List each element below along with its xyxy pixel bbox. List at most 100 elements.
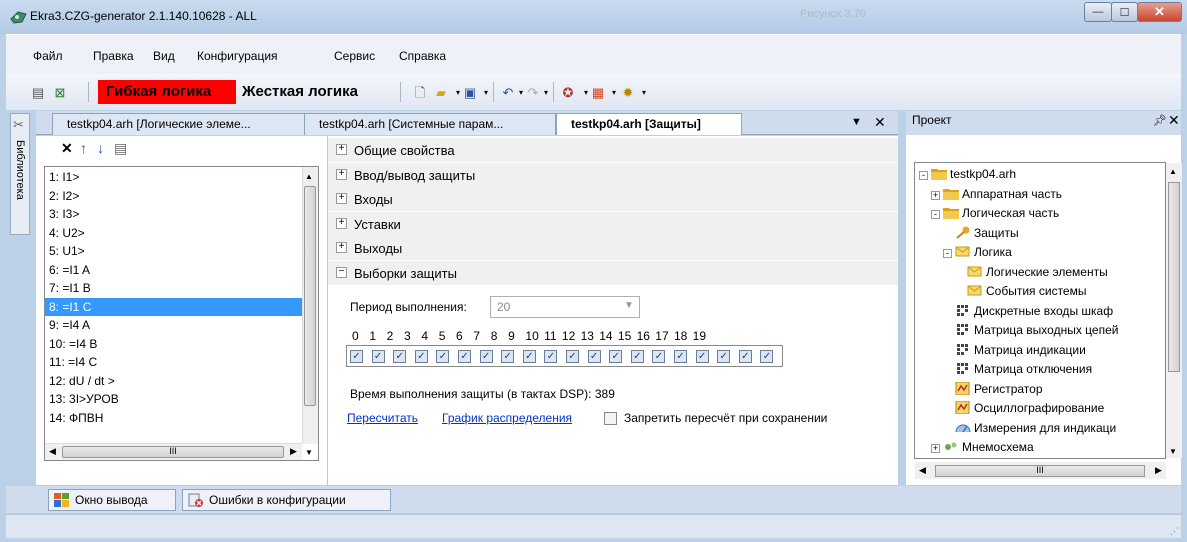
- menu-file[interactable]: Файл: [33, 49, 63, 63]
- expand-icon[interactable]: +: [336, 168, 347, 180]
- sample-checkbox[interactable]: ✓: [717, 350, 731, 363]
- list-item[interactable]: 6: =I1 A: [45, 261, 303, 279]
- tree-node[interactable]: Дискретные входы шкаф: [943, 302, 1113, 320]
- group-header[interactable]: + Уставки: [328, 211, 898, 237]
- menu-service[interactable]: Сервис: [334, 49, 375, 63]
- scroll-down-icon[interactable]: ▼: [305, 448, 313, 457]
- tree-node[interactable]: Логические элементы: [955, 263, 1108, 281]
- group-header[interactable]: + Общие свойства: [328, 138, 898, 163]
- move-up-icon[interactable]: ↑: [80, 140, 87, 156]
- properties-icon[interactable]: ▤: [114, 140, 127, 157]
- group-header[interactable]: − Выборки защиты: [328, 260, 898, 286]
- sample-checkbox[interactable]: ✓: [695, 350, 709, 363]
- collapse-icon[interactable]: -: [943, 249, 952, 258]
- recalculate-link[interactable]: Пересчитать: [347, 411, 418, 425]
- close-window-button[interactable]: ✕: [1137, 2, 1182, 22]
- tab-list-icon[interactable]: ▼: [851, 116, 862, 128]
- sample-checkbox[interactable]: ✓: [674, 350, 687, 363]
- tree-node[interactable]: Измерения для индикаци: [943, 419, 1116, 437]
- collapse-icon[interactable]: -: [919, 171, 928, 180]
- chevron-down-icon[interactable]: ▾: [478, 85, 494, 101]
- move-down-icon[interactable]: ↓: [97, 140, 104, 156]
- expand-icon[interactable]: +: [336, 217, 347, 229]
- collapse-icon[interactable]: -: [931, 210, 940, 219]
- list-item[interactable]: 14: ФПВН: [45, 409, 303, 427]
- tab-output-window[interactable]: Окно вывода: [48, 489, 176, 511]
- scroll-left-icon[interactable]: ◀: [919, 465, 926, 476]
- tree-node[interactable]: + Мнемосхема: [931, 438, 1034, 456]
- open-folder-icon[interactable]: ▰: [433, 85, 449, 101]
- sample-checkbox[interactable]: ✓: [630, 350, 644, 363]
- sample-checkbox[interactable]: ✓: [522, 350, 536, 363]
- sample-checkbox[interactable]: ✓: [544, 350, 558, 363]
- tree-node[interactable]: - testkp04.arh: [919, 165, 1016, 183]
- list-item[interactable]: 4: U2>: [45, 224, 303, 242]
- sample-checkbox[interactable]: ✓: [479, 350, 493, 363]
- collapse-icon[interactable]: −: [336, 266, 347, 278]
- chevron-down-icon[interactable]: ▾: [538, 85, 554, 101]
- scroll-right-icon[interactable]: ▶: [290, 446, 297, 457]
- menu-help[interactable]: Справка: [399, 49, 446, 63]
- compile-icon[interactable]: ✪: [560, 85, 576, 101]
- list-item[interactable]: 8: =I1 C: [45, 297, 303, 316]
- expand-icon[interactable]: +: [336, 144, 347, 155]
- new-file-icon[interactable]: 🗋: [412, 85, 428, 101]
- list-hscroll-thumb[interactable]: III: [62, 446, 284, 458]
- tree-node[interactable]: Регистратор: [943, 380, 1043, 398]
- sample-checkbox[interactable]: ✓: [436, 350, 450, 363]
- distribution-graph-link[interactable]: График распределения: [442, 411, 572, 425]
- tree-node[interactable]: - Логика: [943, 243, 1012, 261]
- tree-node[interactable]: - Логическая часть: [931, 204, 1059, 222]
- debug-icon[interactable]: ✹: [620, 85, 636, 101]
- period-select[interactable]: 20: [490, 296, 640, 318]
- scroll-down-icon[interactable]: ▼: [1169, 447, 1177, 456]
- menu-configuration[interactable]: Конфигурация: [197, 49, 278, 63]
- list-scroll-thumb[interactable]: [304, 186, 316, 406]
- expand-icon[interactable]: +: [931, 190, 940, 200]
- scroll-up-icon[interactable]: ▲: [305, 172, 313, 181]
- list-item[interactable]: 11: =I4 C: [45, 353, 303, 371]
- tree-node[interactable]: Осциллографирование: [943, 399, 1104, 417]
- sample-checkbox[interactable]: ✓: [587, 350, 601, 363]
- list-item[interactable]: 10: =I4 B: [45, 335, 303, 353]
- tab-protections[interactable]: testkp04.arh [Защиты]: [556, 113, 742, 135]
- tab-system-params[interactable]: testkp04.arh [Системные парам...: [304, 113, 556, 135]
- menu-view[interactable]: Вид: [153, 49, 175, 63]
- sample-checkbox[interactable]: ✓: [393, 350, 407, 363]
- list-item[interactable]: 1: I1>: [45, 168, 303, 186]
- flex-logic-button[interactable]: Гибкая логика: [98, 80, 236, 104]
- scroll-right-icon[interactable]: ▶: [1155, 465, 1162, 476]
- list-item[interactable]: 12: dU / dt >: [45, 372, 303, 390]
- sample-checkbox[interactable]: ✓: [501, 350, 515, 363]
- tree-node[interactable]: События системы: [955, 282, 1086, 300]
- tree-node[interactable]: Защиты: [943, 224, 1019, 242]
- list-view-icon[interactable]: ▤: [30, 85, 46, 101]
- group-header[interactable]: + Ввод/вывод защиты: [328, 162, 898, 188]
- expand-icon[interactable]: +: [931, 444, 940, 453]
- tab-config-errors[interactable]: Ошибки в конфигурации: [182, 489, 391, 511]
- list-item[interactable]: 5: U1>: [45, 242, 303, 260]
- sample-checkbox[interactable]: ✓: [371, 350, 385, 363]
- protections-list[interactable]: 1: I1> 2: I2> 3: I3> 4: U2> 5: U1> 6: =I1 A 7:…: [44, 166, 319, 461]
- tree-node[interactable]: Матрица индикации: [943, 341, 1086, 359]
- tree-hscroll-thumb[interactable]: III: [935, 465, 1145, 477]
- sample-checkbox[interactable]: ✓: [350, 350, 363, 363]
- library-label[interactable]: Библиотека: [14, 140, 26, 200]
- list-item[interactable]: 9: =I4 A: [45, 316, 303, 334]
- scroll-up-icon[interactable]: ▲: [1169, 167, 1177, 176]
- list-item[interactable]: 2: I2>: [45, 187, 303, 205]
- forbid-recalc-checkbox[interactable]: [604, 412, 617, 425]
- menu-edit[interactable]: Правка: [93, 49, 134, 63]
- list-item[interactable]: 7: =I1 B: [45, 279, 303, 297]
- group-header[interactable]: + Выходы: [328, 236, 898, 261]
- tree-scroll-thumb[interactable]: [1168, 182, 1180, 372]
- sample-checkbox[interactable]: ✓: [652, 350, 666, 363]
- scroll-left-icon[interactable]: ◀: [49, 446, 56, 457]
- sample-checkbox[interactable]: ✓: [566, 350, 579, 363]
- save-icon[interactable]: ▣: [462, 85, 478, 101]
- tree-node[interactable]: Матрица выходных цепей: [943, 321, 1118, 339]
- list-item[interactable]: 3: I3>: [45, 205, 303, 223]
- chevron-down-icon[interactable]: ▼: [624, 300, 634, 311]
- excel-icon[interactable]: ⊠: [52, 85, 68, 101]
- chart-icon[interactable]: ▦: [590, 85, 606, 101]
